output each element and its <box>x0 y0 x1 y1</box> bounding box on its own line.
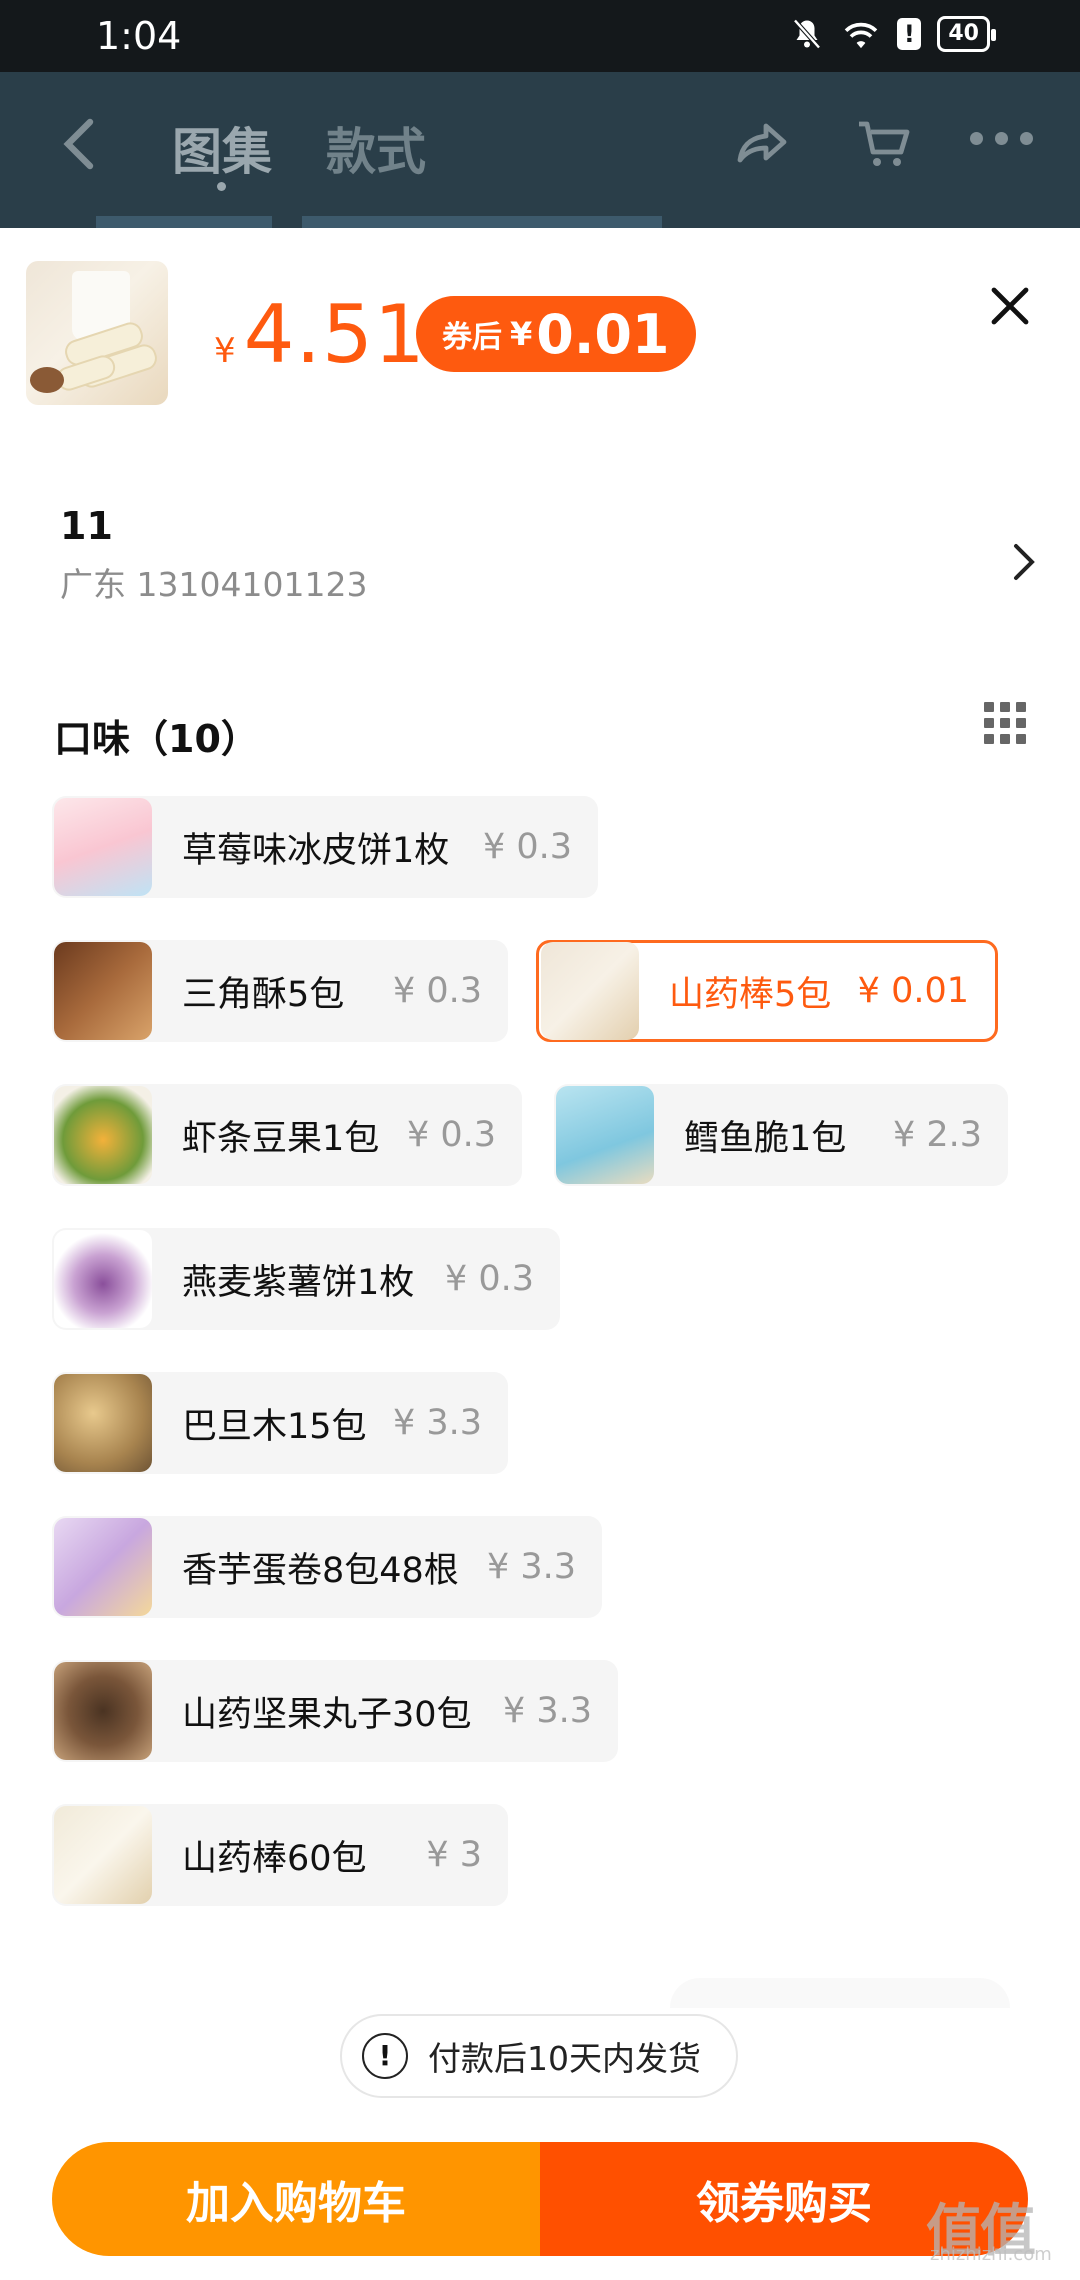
back-arrow-icon[interactable] <box>60 116 100 172</box>
product-price: ¥ 4.51 <box>214 288 426 381</box>
flavor-option[interactable]: 三角酥5包 ¥ 0.3 <box>52 940 508 1042</box>
option-label: 三角酥5包 <box>182 974 345 1015</box>
shipping-notice: ! 付款后10天内发货 <box>340 2014 738 2098</box>
top-navigation: 图集 款式 <box>0 72 1080 228</box>
cart-icon[interactable] <box>855 116 911 172</box>
coupon-label: 券后 <box>442 320 502 355</box>
option-price: ¥ 3 <box>426 1835 482 1875</box>
option-price: ¥ 0.3 <box>482 827 572 867</box>
flavor-option[interactable]: 虾条豆果1包 ¥ 0.3 <box>52 1084 522 1186</box>
product-thumbnail[interactable] <box>26 261 168 405</box>
flavor-option[interactable]: 草莓味冰皮饼1枚 ¥ 0.3 <box>52 796 598 898</box>
bell-muted-icon <box>793 19 822 49</box>
option-thumbnail <box>556 1086 654 1184</box>
option-label: 巴旦木15包 <box>182 1406 367 1447</box>
status-icons: ! 40 <box>789 16 996 52</box>
option-label: 香芋蛋卷8包48根 <box>182 1550 459 1591</box>
more-options-icon[interactable] <box>970 132 1033 145</box>
tab-gallery[interactable]: 图集 <box>172 112 272 184</box>
option-price: ¥ 2.3 <box>892 1115 982 1155</box>
after-coupon-price-badge: 券后 ¥ 0.01 <box>416 296 696 372</box>
address-detail: 广东 13104101123 <box>60 565 368 604</box>
option-price: ¥ 3.3 <box>392 1403 482 1443</box>
option-thumbnail <box>541 942 639 1040</box>
option-thumbnail <box>54 1230 152 1328</box>
flavor-option-selected[interactable]: 山药棒5包 ¥ 0.01 <box>536 940 998 1042</box>
alert-icon: ! <box>897 18 922 50</box>
scroll-fade-hint <box>670 1978 1010 2008</box>
wifi-icon <box>845 22 878 49</box>
option-thumbnail <box>54 1086 152 1184</box>
option-thumbnail <box>54 1662 152 1760</box>
shipping-notice-text: 付款后10天内发货 <box>428 2039 701 2078</box>
grid-view-icon[interactable] <box>984 702 1026 744</box>
coupon-currency: ¥ <box>510 315 533 353</box>
tab-styles[interactable]: 款式 <box>326 112 426 184</box>
option-price: ¥ 3.3 <box>486 1547 576 1587</box>
option-thumbnail <box>54 1518 152 1616</box>
option-price: ¥ 0.3 <box>392 971 482 1011</box>
option-label: 燕麦紫薯饼1枚 <box>182 1262 415 1303</box>
coupon-price-value: 0.01 <box>536 302 670 366</box>
battery-indicator: 40 <box>937 16 996 52</box>
status-bar: 1:04 ! 40 <box>0 0 1080 72</box>
gallery-preview-peek <box>302 216 662 228</box>
option-thumbnail <box>54 942 152 1040</box>
status-time: 1:04 <box>96 14 182 58</box>
option-thumbnail <box>54 1374 152 1472</box>
flavor-option[interactable]: 山药坚果丸子30包 ¥ 3.3 <box>52 1660 618 1762</box>
flavor-option[interactable]: 燕麦紫薯饼1枚 ¥ 0.3 <box>52 1228 560 1330</box>
flavor-section-title: 口味（10） <box>54 717 259 761</box>
option-thumbnail <box>54 1806 152 1904</box>
option-price: ¥ 3.3 <box>502 1691 592 1731</box>
price-value: 4.51 <box>243 288 426 381</box>
chevron-right-icon <box>1014 544 1035 580</box>
flavor-option[interactable]: 巴旦木15包 ¥ 3.3 <box>52 1372 508 1474</box>
flavor-option[interactable]: 鳕鱼脆1包 ¥ 2.3 <box>554 1084 1008 1186</box>
option-label: 鳕鱼脆1包 <box>684 1118 847 1159</box>
option-label: 草莓味冰皮饼1枚 <box>182 830 450 871</box>
gallery-preview-peek <box>96 216 272 228</box>
active-tab-indicator <box>217 182 226 191</box>
watermark-url: zhizhizhi.com <box>930 2244 1052 2265</box>
option-label: 山药棒60包 <box>182 1838 367 1879</box>
option-label: 山药棒5包 <box>669 974 832 1015</box>
flavor-option[interactable]: 香芋蛋卷8包48根 ¥ 3.3 <box>52 1516 602 1618</box>
option-price: ¥ 0.3 <box>444 1259 534 1299</box>
share-icon[interactable] <box>734 116 790 172</box>
sku-selection-sheet: ¥ 4.51 券后 ¥ 0.01 11 广东 13104101123 口味（10… <box>0 228 1080 2280</box>
close-icon[interactable] <box>988 284 1032 328</box>
option-thumbnail <box>54 798 152 896</box>
shipping-address-row[interactable]: 11 广东 13104101123 <box>0 504 1080 624</box>
option-label: 虾条豆果1包 <box>182 1118 380 1159</box>
watermark-logo: 值值值 <box>926 2199 1036 2264</box>
option-label: 山药坚果丸子30包 <box>182 1694 472 1735</box>
recipient-name: 11 <box>60 504 113 548</box>
price-currency: ¥ <box>214 331 236 371</box>
info-exclamation-icon: ! <box>362 2033 408 2079</box>
option-price: ¥ 0.3 <box>406 1115 496 1155</box>
option-price: ¥ 0.01 <box>857 971 969 1011</box>
add-to-cart-button[interactable]: 加入购物车 <box>52 2142 540 2256</box>
flavor-option[interactable]: 山药棒60包 ¥ 3 <box>52 1804 508 1906</box>
